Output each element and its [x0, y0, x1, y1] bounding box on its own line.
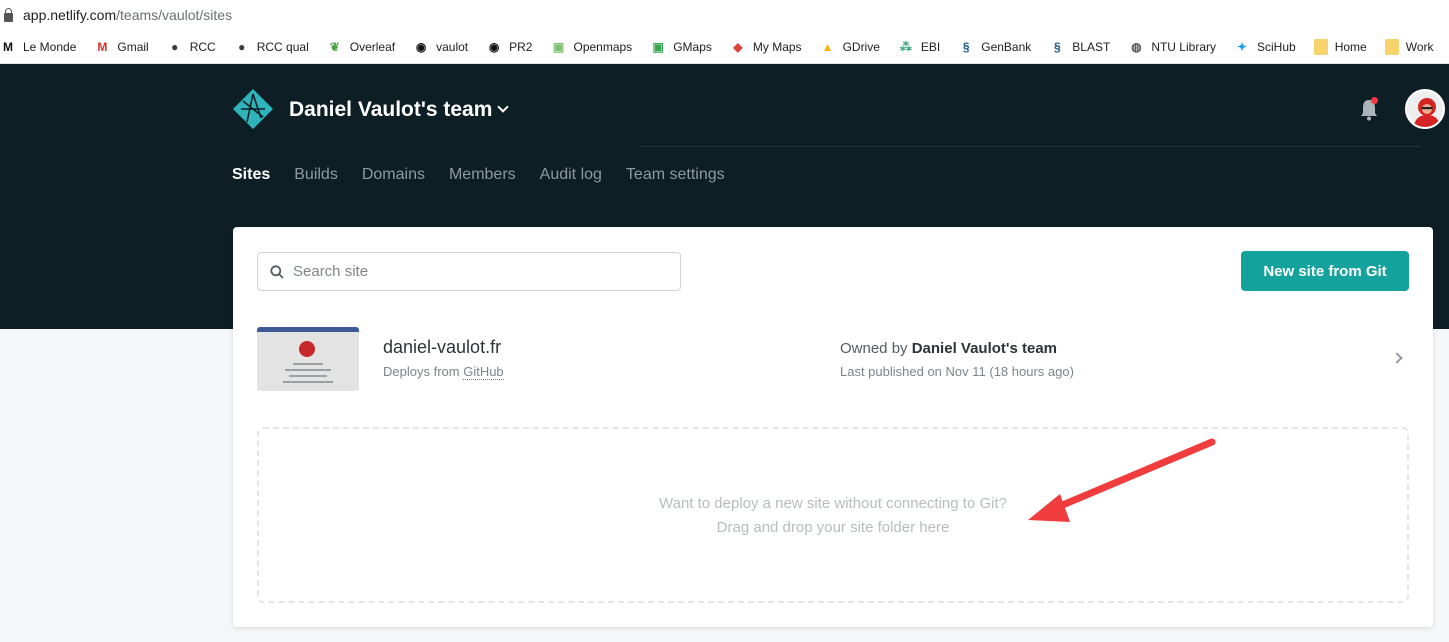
tab-team-settings[interactable]: Team settings: [626, 166, 725, 184]
openmaps-icon: ▣: [552, 39, 565, 54]
bookmark-label: vaulot: [436, 39, 469, 54]
lock-icon: [4, 7, 13, 22]
notifications-button[interactable]: [1358, 97, 1380, 122]
globe-icon: ◍: [1131, 39, 1142, 54]
blast-icon: §: [1053, 39, 1061, 54]
bookmark-le-monde[interactable]: M Le Monde: [0, 39, 76, 55]
dropzone-prompt: Want to deploy a new site without connec…: [659, 495, 1007, 512]
tab-members[interactable]: Members: [449, 166, 516, 184]
bookmark-ebi[interactable]: ⁂ EBI: [898, 39, 940, 55]
search-input[interactable]: [293, 263, 653, 280]
genbank-icon: §: [962, 39, 970, 54]
bookmark-gmaps[interactable]: ▣ GMaps: [650, 39, 712, 55]
bookmark-label: RCC: [189, 39, 216, 54]
bookmark-label: GDrive: [842, 39, 880, 54]
bookmark-blast[interactable]: § BLAST: [1049, 39, 1110, 55]
chevron-down-icon: [497, 101, 510, 113]
rcc-qual-icon: ●: [238, 39, 246, 54]
github-icon: ◉: [415, 39, 427, 54]
bookmark-rcc-qual[interactable]: ● RCC qual: [234, 39, 309, 55]
new-site-from-git-button[interactable]: New site from Git: [1241, 251, 1409, 291]
bookmark-label: GenBank: [981, 39, 1032, 54]
thumbnail-text-line: [283, 381, 333, 383]
bookmark-label: My Maps: [752, 39, 802, 54]
mymaps-icon: ◆: [733, 39, 743, 54]
url-text[interactable]: app.netlify.com/teams/vaulot/sites: [23, 7, 232, 23]
bookmark-vaulot[interactable]: ◉ vaulot: [413, 39, 468, 55]
thumbnail-header: [257, 327, 359, 332]
avatar[interactable]: [1405, 89, 1445, 129]
thumbnail-text-line: [289, 375, 327, 377]
team-switcher[interactable]: Daniel Vaulot's team: [289, 98, 510, 122]
overleaf-icon: ❦: [329, 39, 340, 54]
header-divider: [640, 146, 1420, 147]
tab-domains[interactable]: Domains: [362, 166, 425, 184]
bookmark-label: EBI: [920, 39, 941, 54]
site-thumbnail[interactable]: [257, 327, 359, 391]
search-icon: [270, 264, 284, 279]
chevron-right-icon[interactable]: [1391, 352, 1403, 364]
bookmark-openmaps[interactable]: ▣ Openmaps: [550, 39, 632, 55]
bookmark-label: Overleaf: [349, 39, 396, 54]
site-row[interactable]: daniel-vaulot.fr Deploys from GitHub Own…: [257, 327, 1409, 391]
bookmark-ntu-library[interactable]: ◍ NTU Library: [1128, 39, 1216, 55]
bookmark-label: GMaps: [673, 39, 712, 54]
gmail-icon: M: [97, 39, 108, 54]
rcc-icon: ●: [171, 39, 179, 54]
bookmark-scihub[interactable]: ✦ SciHub: [1234, 39, 1296, 55]
bookmarks-bar: M Le Monde M Gmail ● RCC ● RCC qual ❦ Overleaf ◉ va…: [0, 30, 1449, 64]
tab-audit-log[interactable]: Audit log: [540, 166, 602, 184]
bookmark-rcc[interactable]: ● RCC: [167, 39, 216, 55]
site-name[interactable]: daniel-vaulot.fr: [383, 337, 501, 358]
bookmark-label: NTU Library: [1151, 39, 1216, 54]
ebi-icon: ⁂: [899, 39, 912, 54]
site-deploy-source: Deploys from GitHub: [383, 364, 504, 380]
bookmark-label: SciHub: [1257, 39, 1296, 54]
twitter-icon: ✦: [1236, 39, 1248, 54]
bookmark-home[interactable]: Home: [1313, 38, 1367, 55]
team-name: Daniel Vaulot's team: [289, 98, 493, 121]
search-box[interactable]: [257, 252, 681, 291]
gmaps-icon: ▣: [652, 39, 664, 54]
sites-card: New site from Git daniel-vaulot.fr Deplo…: [233, 227, 1433, 627]
notification-dot: [1371, 97, 1378, 104]
site-last-published: Last published on Nov 11 (18 hours ago): [840, 364, 1074, 379]
tab-builds[interactable]: Builds: [294, 166, 338, 184]
folder-icon: [1384, 38, 1399, 55]
bookmark-work[interactable]: Work: [1384, 38, 1434, 55]
bookmark-label: Home: [1334, 39, 1367, 54]
bookmark-gdrive[interactable]: ▲ GDrive: [820, 39, 880, 55]
folder-icon: [1313, 38, 1328, 55]
thumbnail-text-line: [285, 369, 331, 371]
bookmark-label: Openmaps: [573, 39, 633, 54]
github-link[interactable]: GitHub: [463, 364, 504, 380]
gdrive-icon: ▲: [821, 39, 834, 54]
github-icon: ◉: [488, 39, 500, 54]
thumbnail-text-line: [293, 363, 323, 365]
bookmark-pr2[interactable]: ◉ PR2: [486, 39, 533, 55]
bookmark-label: BLAST: [1072, 39, 1111, 54]
bookmark-label: Le Monde: [23, 39, 77, 54]
netlify-logo-icon[interactable]: [232, 88, 274, 130]
bookmark-genbank[interactable]: § GenBank: [958, 39, 1031, 55]
deploy-dropzone[interactable]: Want to deploy a new site without connec…: [257, 427, 1409, 603]
tab-sites[interactable]: Sites: [232, 166, 270, 184]
bookmark-my-maps[interactable]: ◆ My Maps: [730, 39, 802, 55]
site-owner: Owned by Daniel Vaulot's team: [840, 340, 1058, 357]
bookmark-label: Work: [1405, 39, 1434, 54]
thumbnail-portrait: [299, 341, 315, 357]
owner-name: Daniel Vaulot's team: [911, 340, 1058, 357]
team-nav: Sites Builds Domains Members Audit log Team s…: [232, 166, 749, 184]
bookmark-label: PR2: [509, 39, 533, 54]
bookmark-gmail[interactable]: M Gmail: [94, 39, 148, 55]
lemonde-icon: M: [3, 39, 13, 54]
address-bar[interactable]: app.netlify.com/teams/vaulot/sites: [0, 0, 1449, 30]
bookmark-label: RCC qual: [256, 39, 309, 54]
bookmark-overleaf[interactable]: ❦ Overleaf: [327, 39, 395, 55]
dropzone-instruction: Drag and drop your site folder here: [716, 519, 950, 536]
bookmark-label: Gmail: [117, 39, 149, 54]
